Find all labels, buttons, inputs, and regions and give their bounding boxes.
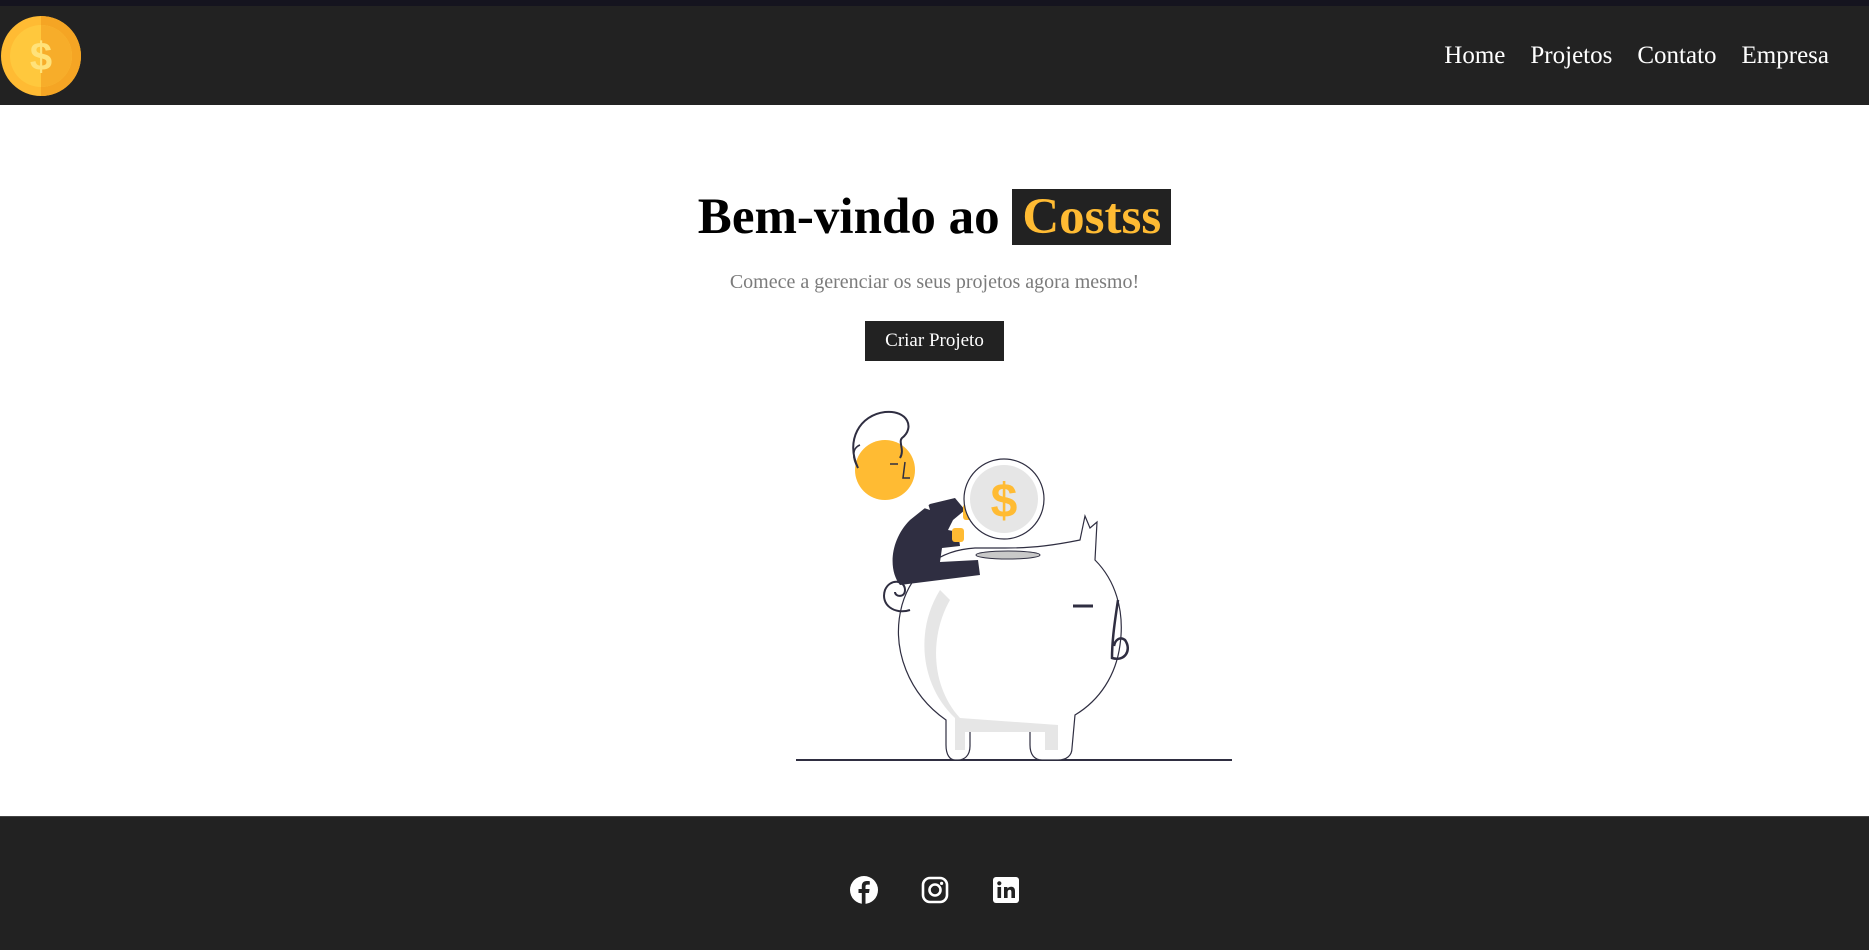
social-item-linkedin xyxy=(991,875,1021,905)
nav-item-empresa: Empresa xyxy=(1742,42,1829,70)
linkedin-link[interactable] xyxy=(991,875,1021,905)
svg-text:$: $ xyxy=(991,475,1018,528)
nav-links: Home Projetos Contato Empresa xyxy=(1444,42,1829,70)
social-item-facebook xyxy=(849,875,879,905)
nav-item-projetos: Projetos xyxy=(1530,42,1612,70)
nav-item-contato: Contato xyxy=(1637,42,1716,70)
facebook-icon xyxy=(849,875,878,904)
instagram-icon xyxy=(921,876,948,903)
dollar-coin-icon: $ xyxy=(1,15,81,96)
main-content: Bem-vindo ao Costss Comece a gerenciar o… xyxy=(0,105,1869,816)
footer xyxy=(0,816,1869,950)
svg-text:$: $ xyxy=(30,35,52,79)
nav-link-projetos[interactable]: Projetos xyxy=(1530,42,1612,69)
navbar: $ Home Projetos Contato Empresa xyxy=(0,6,1869,105)
brand-name: Costss xyxy=(1012,189,1172,245)
hero-subtitle: Comece a gerenciar os seus projetos agor… xyxy=(729,271,1140,293)
nav-item-home: Home xyxy=(1444,42,1505,70)
nav-link-home[interactable]: Home xyxy=(1444,42,1505,69)
facebook-link[interactable] xyxy=(849,875,879,905)
piggy-bank-savings-illustration: $ xyxy=(796,410,1232,761)
hero-title-prefix: Bem-vindo ao xyxy=(697,189,1000,245)
social-links xyxy=(849,875,1021,905)
hero-title: Bem-vindo ao Costss xyxy=(0,187,1869,247)
logo-link[interactable]: $ xyxy=(0,15,82,97)
instagram-link[interactable] xyxy=(920,875,950,905)
hero-section: Bem-vindo ao Costss Comece a gerenciar o… xyxy=(0,187,1869,361)
create-project-button[interactable]: Criar Projeto xyxy=(865,321,1004,361)
linkedin-icon xyxy=(992,876,1019,903)
social-item-instagram xyxy=(920,875,950,905)
nav-link-empresa[interactable]: Empresa xyxy=(1742,42,1829,69)
nav-link-contato[interactable]: Contato xyxy=(1637,42,1716,69)
